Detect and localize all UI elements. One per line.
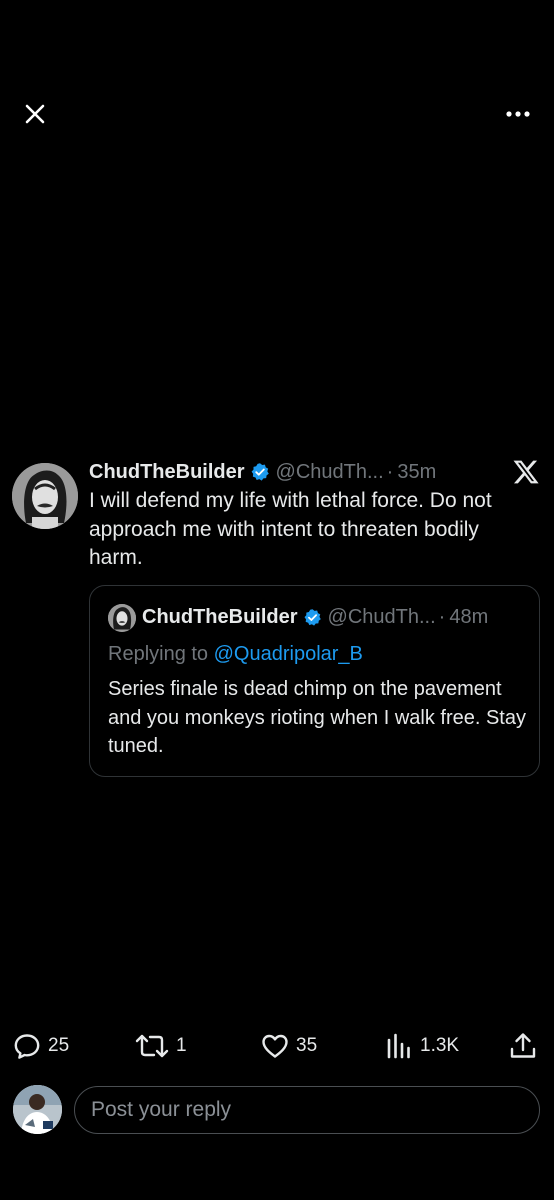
replying-to-mention[interactable]: @Quadripolar_B [214,643,363,665]
replying-to-prefix: Replying to [108,643,214,665]
reply-count: 25 [48,1035,70,1056]
heart-icon [262,1034,288,1058]
reply-bubble-icon [14,1034,40,1059]
like-count: 35 [296,1035,318,1056]
separator: · [386,461,394,483]
tweet-header: ChudTheBuilder @ChudTh... · 35m [89,458,436,486]
replying-to-line: Replying to @Quadripolar_B [108,639,363,669]
close-icon [25,104,45,124]
author-avatar[interactable] [12,463,78,529]
repost-icon [135,1034,169,1058]
reply-button[interactable]: 25 [12,1031,69,1061]
share-upload-icon [510,1033,536,1058]
tweet-text: I will defend my life with lethal force.… [89,489,492,569]
share-button[interactable] [508,1031,538,1061]
repost-button[interactable]: 1 [134,1031,187,1061]
quoted-display-name: ChudTheBuilder [142,606,298,628]
views-bar-chart-icon [387,1033,410,1059]
repost-count: 1 [176,1035,187,1056]
quoted-handle: @ChudTh... [327,606,436,628]
x-logo-icon [513,460,539,484]
like-button[interactable]: 35 [260,1031,317,1061]
separator: · [438,606,446,628]
quoted-tweet-text: Series finale is dead chimp on the pavem… [108,678,526,757]
quoted-author-avatar [108,604,136,632]
verified-badge-icon [304,608,321,626]
quoted-tweet-header: ChudTheBuilder @ChudTh... · 48m [142,602,488,632]
views-button[interactable]: 1.3K [384,1031,459,1061]
close-button[interactable] [20,99,50,129]
handle[interactable]: @ChudTh... [276,458,384,486]
action-bar: 25 1 35 1.3K [0,1025,554,1067]
quoted-tweet[interactable]: ChudTheBuilder @ChudTh... · 48m Replying… [89,585,540,777]
views-count: 1.3K [420,1035,460,1056]
reply-bar [0,1080,554,1142]
current-user-avatar[interactable] [13,1085,62,1134]
more-options-button[interactable] [500,102,536,126]
timestamp[interactable]: 35m [397,458,436,486]
reply-input[interactable] [74,1086,540,1134]
quoted-timestamp: 48m [449,606,489,628]
top-bar [0,0,554,160]
display-name[interactable]: ChudTheBuilder [89,458,245,486]
verified-badge-icon [251,463,269,481]
more-dots-icon [506,111,530,117]
